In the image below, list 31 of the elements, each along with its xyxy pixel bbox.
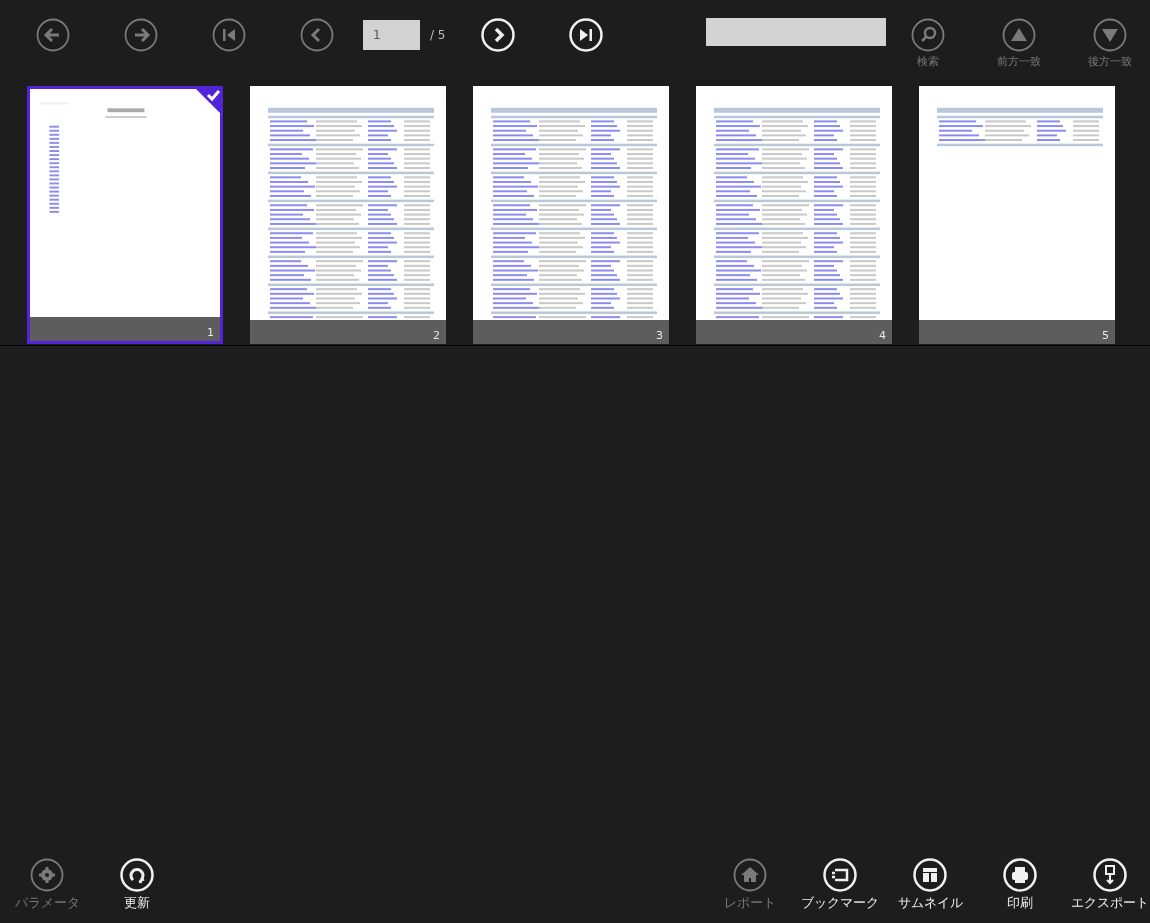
- selected-check-icon: [193, 86, 223, 116]
- page-total: / 5: [430, 28, 447, 42]
- refresh-icon: [120, 858, 154, 892]
- settings-icon: [30, 858, 64, 892]
- last-page-icon: [569, 18, 603, 52]
- page-number: 1: [207, 326, 214, 339]
- bookmark-icon: [823, 858, 857, 892]
- page-number-field[interactable]: 1: [363, 20, 420, 50]
- house-icon: [733, 858, 767, 892]
- search-field[interactable]: [706, 18, 886, 46]
- previous-page-icon: [300, 18, 334, 52]
- page-number: 5: [1102, 329, 1109, 342]
- bookmark-button[interactable]: ブックマーク: [800, 858, 880, 915]
- printer-icon: [1003, 858, 1037, 892]
- thumbnail-icon: [913, 858, 947, 892]
- refresh-button[interactable]: 更新: [97, 858, 177, 915]
- export-button[interactable]: エクスポート: [1070, 858, 1150, 915]
- page-thumbnail[interactable]: 3: [473, 86, 669, 344]
- page-number: 3: [656, 329, 663, 342]
- page-number: 2: [433, 329, 440, 342]
- page-thumbnail[interactable]: 4: [696, 86, 892, 344]
- search-icon: [911, 18, 945, 52]
- page-number: 4: [879, 329, 886, 342]
- export-icon: [1093, 858, 1127, 892]
- page-thumbnail[interactable]: 5: [919, 86, 1115, 344]
- print-button[interactable]: 印刷: [980, 858, 1060, 915]
- thumbnail-button[interactable]: サムネイル: [890, 858, 970, 915]
- next-page-icon: [481, 18, 515, 52]
- page-thumbnail[interactable]: 2: [250, 86, 446, 344]
- page-thumbnail[interactable]: 1: [27, 86, 223, 344]
- first-page-icon: [212, 18, 246, 52]
